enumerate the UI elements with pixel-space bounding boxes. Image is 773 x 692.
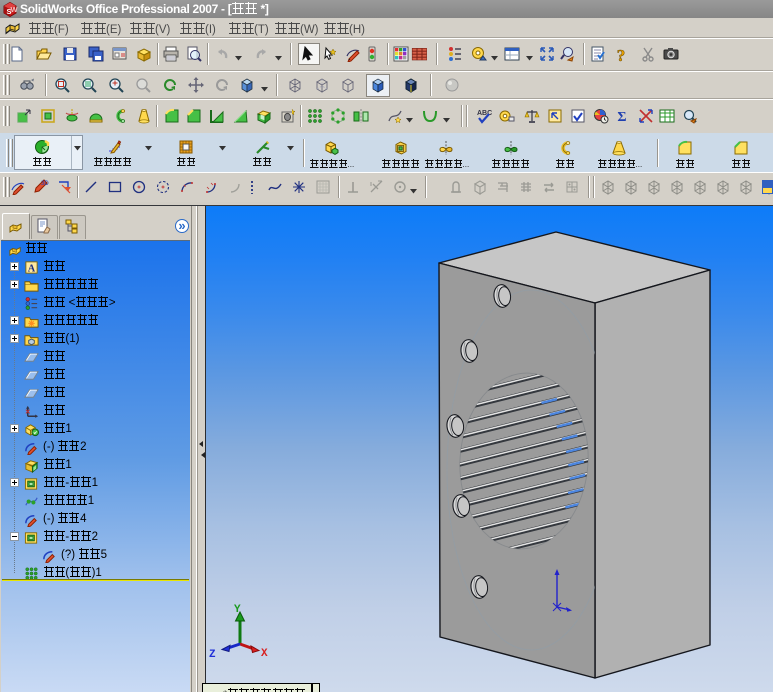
svg-text:W: W [11,5,19,14]
svg-text:Z: Z [209,649,216,661]
svg-text:?: ? [617,46,626,62]
svg-text:X: X [261,648,268,660]
svg-text:Y: Y [234,604,241,616]
svg-text:3D: 3D [41,181,49,187]
svg-text:Σ: Σ [617,110,626,124]
svg-text:A: A [28,264,36,275]
svg-text:ABC: ABC [477,110,492,117]
